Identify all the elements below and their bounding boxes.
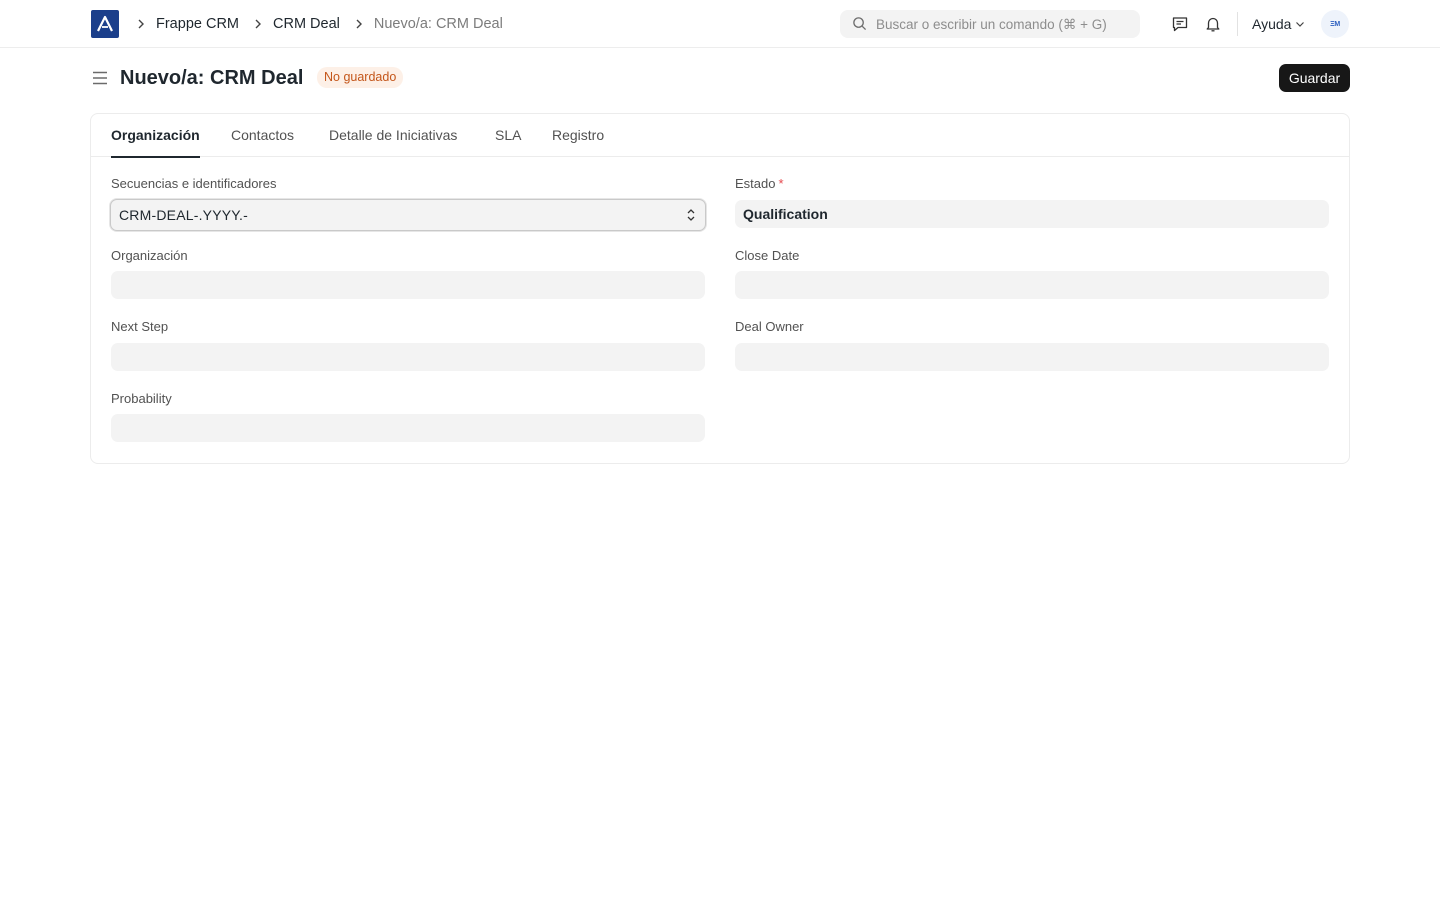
close-date-label: Close Date — [735, 248, 800, 263]
chevron-right-icon — [132, 19, 150, 29]
search-bar[interactable] — [840, 10, 1140, 38]
breadcrumb-frappe-crm[interactable]: Frappe CRM — [156, 16, 239, 32]
naming-series-select[interactable]: CRM-DEAL-.YYYY.- — [110, 199, 706, 231]
save-button[interactable]: Guardar — [1279, 64, 1350, 92]
deal-owner-field[interactable] — [735, 343, 1329, 371]
chevron-right-icon — [249, 19, 267, 29]
organizacion-label: Organización — [111, 248, 188, 263]
tab-detalle-de-iniciativas[interactable]: Detalle de Iniciativas — [329, 114, 457, 157]
estado-label: Estado * — [735, 176, 784, 191]
search-icon — [852, 16, 868, 32]
page-title: Nuevo/a: CRM Deal — [120, 67, 304, 89]
estado-field[interactable] — [735, 200, 1329, 228]
naming-series-value: CRM-DEAL-.YYYY.- — [119, 207, 248, 223]
form-tabs: Organización Contactos Detalle de Inicia… — [91, 114, 1349, 158]
top-navbar: Frappe CRM CRM Deal Nuevo/a: CRM Deal Bu… — [0, 0, 1440, 48]
probability-label: Probability — [111, 391, 172, 406]
tab-registro[interactable]: Registro — [552, 114, 604, 157]
naming-series-label: Secuencias e identificadores — [111, 176, 277, 191]
chevron-down-icon — [1295, 19, 1305, 29]
app-logo-icon[interactable] — [91, 10, 119, 38]
tab-contactos[interactable]: Contactos — [231, 114, 294, 157]
tab-sla[interactable]: SLA — [495, 114, 521, 157]
form-card: Organización Contactos Detalle de Inicia… — [90, 113, 1350, 464]
next-step-label: Next Step — [111, 319, 169, 334]
help-label: Ayuda — [1252, 16, 1292, 32]
breadcrumb-crm-deal[interactable]: CRM Deal — [273, 16, 340, 32]
deal-owner-label: Deal Owner — [735, 319, 804, 334]
breadcrumb: Frappe CRM CRM Deal Nuevo/a: CRM Deal — [132, 0, 513, 48]
navbar-divider — [1237, 12, 1238, 36]
probability-field[interactable] — [111, 414, 705, 442]
tab-organizacion[interactable]: Organización — [111, 114, 200, 158]
bell-icon[interactable] — [1203, 14, 1223, 34]
organizacion-field[interactable] — [111, 271, 705, 299]
estado-label-text: Estado — [735, 176, 776, 191]
status-badge: No guardado — [317, 67, 404, 88]
select-arrows-icon — [685, 208, 697, 222]
search-input[interactable] — [876, 16, 1140, 32]
menu-icon[interactable] — [91, 69, 109, 87]
next-step-field[interactable] — [111, 343, 705, 371]
help-dropdown[interactable]: Ayuda — [1252, 0, 1305, 48]
required-mark: * — [778, 176, 784, 191]
breadcrumb-current: Nuevo/a: CRM Deal — [373, 16, 503, 32]
avatar[interactable]: ΞM — [1321, 10, 1349, 38]
chat-icon[interactable] — [1170, 14, 1190, 34]
close-date-field[interactable] — [735, 271, 1329, 299]
chevron-right-icon — [350, 19, 368, 29]
